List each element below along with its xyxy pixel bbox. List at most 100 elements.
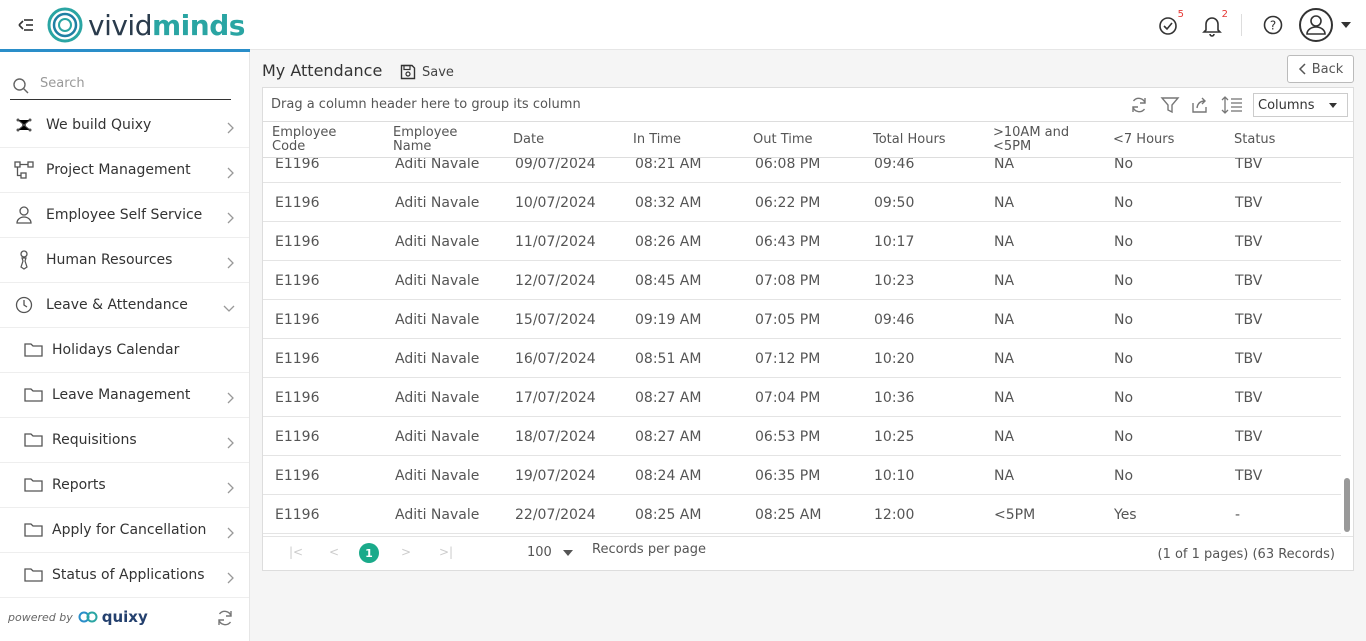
table-row[interactable]: E1196 Aditi Navale 09/07/2024 08:21 AM 06:08… <box>263 158 1341 183</box>
columns-dropdown[interactable]: Columns <box>1253 93 1348 117</box>
collapse-sidebar-icon[interactable] <box>14 14 36 36</box>
sidebar-item-requisitions[interactable]: Requisitions <box>0 418 249 463</box>
sidebar-item-label: Human Resources <box>46 252 173 268</box>
cell-status: TBV <box>1235 468 1263 484</box>
first-page-icon[interactable]: |< <box>289 545 303 559</box>
cell-10am-5pm: NA <box>994 312 1015 328</box>
table-row[interactable]: E1196 Aditi Navale 12/07/2024 08:45 AM 07:08… <box>263 261 1341 300</box>
sidebar-item-holidays-calendar[interactable]: Holidays Calendar <box>0 328 249 373</box>
table-row[interactable]: E1196 Aditi Navale 18/07/2024 08:27 AM 06:53… <box>263 417 1341 456</box>
cell-total-hours: 09:50 <box>874 195 915 211</box>
column-header-employee-code[interactable]: Employee Code <box>272 122 372 158</box>
column-header-7-hours[interactable]: <7 Hours <box>1113 122 1213 158</box>
cell-date: 16/07/2024 <box>515 351 596 367</box>
cell-employee-code: E1196 <box>275 351 320 367</box>
column-header-status[interactable]: Status <box>1234 122 1334 158</box>
cell-out-time: 06:53 PM <box>755 429 821 445</box>
cell-status: TBV <box>1235 351 1263 367</box>
table-row[interactable]: E1196 Aditi Navale 15/07/2024 09:19 AM 07:05… <box>263 300 1341 339</box>
prev-page-icon[interactable]: < <box>329 545 339 559</box>
cell-total-hours: 09:46 <box>874 158 915 172</box>
cell-date: 19/07/2024 <box>515 468 596 484</box>
cell-employee-name: Aditi Navale <box>395 507 480 523</box>
sidebar-item-status-of-applications[interactable]: Status of Applications <box>0 553 249 598</box>
folder-icon <box>24 387 44 403</box>
page-size-select[interactable]: 100 <box>527 545 552 560</box>
table-row[interactable]: E1196 Aditi Navale 10/07/2024 08:32 AM 06:22… <box>263 183 1341 222</box>
cell-date: 10/07/2024 <box>515 195 596 211</box>
table-row[interactable]: E1196 Aditi Navale 19/07/2024 08:24 AM 06:35… <box>263 456 1341 495</box>
next-page-icon[interactable]: > <box>401 545 411 559</box>
tasks-icon[interactable]: 5 <box>1156 9 1184 37</box>
sidebar-item-reports[interactable]: Reports <box>0 463 249 508</box>
cell-out-time: 07:04 PM <box>755 390 821 406</box>
sidebar-item-we-build-quixy[interactable]: We build Quixy <box>0 103 249 148</box>
column-header-10am-5pm[interactable]: >10AM and <5PM <box>993 122 1093 158</box>
cell-employee-code: E1196 <box>275 234 320 250</box>
column-header-employee-name[interactable]: Employee Name <box>393 122 493 158</box>
column-header-in-time[interactable]: In Time <box>633 122 733 158</box>
save-disk-icon <box>400 64 416 80</box>
chevron-right-icon <box>225 119 235 134</box>
user-avatar[interactable] <box>1299 8 1333 42</box>
sidebar: We build Quixy Project Management Employ… <box>0 52 250 641</box>
group-panel[interactable]: Drag a column header here to group its c… <box>263 88 1353 122</box>
column-header-date[interactable]: Date <box>513 122 613 158</box>
cell-employee-name: Aditi Navale <box>395 468 480 484</box>
sidebar-item-label: We build Quixy <box>46 117 152 133</box>
back-button[interactable]: Back <box>1287 55 1354 83</box>
refresh-icon[interactable] <box>215 608 235 628</box>
refresh-icon[interactable] <box>1129 95 1149 115</box>
notifications-badge: 2 <box>1221 9 1228 20</box>
sidebar-item-employee-self-service[interactable]: Employee Self Service <box>0 193 249 238</box>
cell-10am-5pm: NA <box>994 429 1015 445</box>
sidebar-item-project-management[interactable]: Project Management <box>0 148 249 193</box>
save-button[interactable]: Save <box>400 62 454 82</box>
export-icon[interactable] <box>1190 95 1210 115</box>
chevron-right-icon <box>225 434 235 449</box>
page-size-caret-icon[interactable] <box>563 550 573 556</box>
folder-icon <box>24 432 44 448</box>
help-icon[interactable]: ? <box>1261 13 1285 37</box>
last-page-icon[interactable]: >| <box>439 545 453 559</box>
scrollbar-thumb[interactable] <box>1344 478 1350 532</box>
cell-employee-code: E1196 <box>275 195 320 211</box>
vertical-scrollbar[interactable] <box>1341 158 1353 535</box>
search-input[interactable] <box>40 76 225 91</box>
sidebar-search <box>10 74 231 100</box>
search-icon <box>13 78 29 94</box>
chevron-right-icon <box>225 209 235 224</box>
flow-nodes-icon <box>14 160 34 180</box>
cell-date: 12/07/2024 <box>515 273 596 289</box>
user-menu-caret-icon[interactable] <box>1341 22 1351 28</box>
sidebar-item-apply-for-cancellation[interactable]: Apply for Cancellation <box>0 508 249 553</box>
cell-in-time: 08:51 AM <box>635 351 702 367</box>
table-row[interactable]: E1196 Aditi Navale 17/07/2024 08:27 AM 07:04… <box>263 378 1341 417</box>
cell-employee-name: Aditi Navale <box>395 351 480 367</box>
cell-7-hours: No <box>1114 429 1134 445</box>
table-row[interactable]: E1196 Aditi Navale 16/07/2024 08:51 AM 07:12… <box>263 339 1341 378</box>
cell-employee-name: Aditi Navale <box>395 390 480 406</box>
cell-date: 17/07/2024 <box>515 390 596 406</box>
svg-text:?: ? <box>1270 19 1276 33</box>
current-page-button[interactable]: 1 <box>359 543 379 563</box>
column-header-total-hours[interactable]: Total Hours <box>873 122 973 158</box>
cell-total-hours: 10:17 <box>874 234 915 250</box>
chevron-right-icon <box>225 569 235 584</box>
cell-status: - <box>1235 507 1241 523</box>
table-row[interactable]: E1196 Aditi Navale 11/07/2024 08:26 AM 06:43… <box>263 222 1341 261</box>
table-body: E1196 Aditi Navale 09/07/2024 08:21 AM 06:08… <box>263 158 1341 535</box>
filter-icon[interactable] <box>1160 95 1180 115</box>
sidebar-item-leave-attendance[interactable]: Leave & Attendance <box>0 283 249 328</box>
notifications-bell-icon[interactable]: 2 <box>1200 9 1228 37</box>
cell-in-time: 08:24 AM <box>635 468 702 484</box>
table-row[interactable]: E1196 Aditi Navale 22/07/2024 08:25 AM 08:25… <box>263 495 1341 534</box>
column-header-out-time[interactable]: Out Time <box>753 122 853 158</box>
cell-date: 22/07/2024 <box>515 507 596 523</box>
cell-out-time: 07:12 PM <box>755 351 821 367</box>
sidebar-item-label: Employee Self Service <box>46 207 203 223</box>
sidebar-item-human-resources[interactable]: Human Resources <box>0 238 249 283</box>
app-logo[interactable]: vividminds <box>46 6 245 44</box>
row-height-icon[interactable] <box>1221 95 1242 115</box>
sidebar-item-leave-management[interactable]: Leave Management <box>0 373 249 418</box>
